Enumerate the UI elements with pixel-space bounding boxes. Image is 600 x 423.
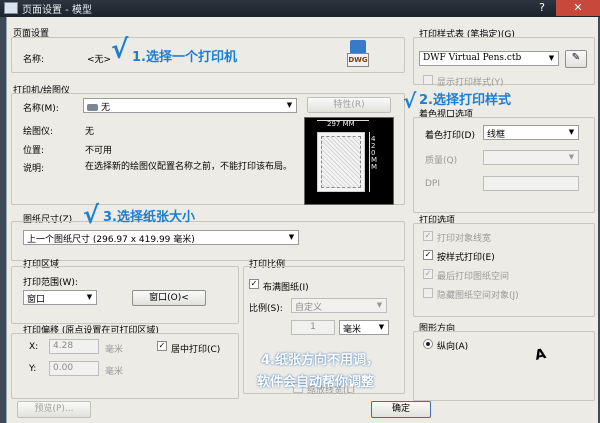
annotation-step-1: 1.选择一个打印机 (132, 50, 237, 65)
plotter-label: 绘图仪: (23, 127, 54, 137)
quality-label: 质量(Q) (425, 156, 458, 166)
preview-width-label: 297 MM (327, 120, 355, 128)
plot-range-select[interactable]: 窗口 ▼ (23, 290, 97, 305)
dialog-body: 页面设置 名称: <无> DWG 打印机/绘图仪 名称(M): 无 ▼ 特性(R… (6, 17, 598, 423)
shade-plot-value: 线框 (487, 130, 506, 140)
printer-name-label: 名称(M): (23, 104, 59, 114)
preview-button[interactable]: 预览(P)... (17, 401, 91, 418)
plot-range-label: 打印范围(W): (23, 278, 78, 288)
portrait-label: 纵向(A) (437, 342, 469, 352)
shade-plot-select[interactable]: 线框 ▼ (483, 125, 579, 140)
page-setup-name-value: <无> (87, 55, 112, 65)
printer-icon (87, 104, 98, 111)
center-plot-label: 居中打印(C) (171, 345, 221, 355)
chevron-down-icon: ▼ (376, 301, 383, 309)
dpi-label: DPI (425, 179, 441, 189)
window-title: 页面设置 - 模型 (22, 5, 92, 16)
hide-paperspace-objects-label: 隐藏图纸空间对象(J) (437, 291, 519, 301)
annotation-step-4-line-1: 4.纸张方向不用调， (261, 353, 379, 368)
chevron-down-icon: ▼ (568, 153, 575, 161)
page-setup-name-label: 名称: (23, 55, 45, 65)
annotation-step-3: 3.选择纸张大小 (103, 210, 195, 225)
scale-select[interactable]: 自定义 ▼ (291, 298, 387, 313)
dpi-input[interactable] (483, 176, 579, 191)
scale-unit-value: 毫米 (343, 325, 362, 335)
annotation-step-4-line-2: 软件会自动帮你调整 (257, 375, 375, 390)
scale-value: 自定义 (295, 303, 323, 313)
hide-paperspace-objects-checkbox[interactable] (423, 288, 433, 298)
annotation-step-2: 2.选择打印样式 (419, 93, 511, 108)
shade-plot-label: 着色打印(D) (425, 131, 475, 141)
window-pick-button[interactable]: 窗口(O)< (132, 290, 206, 306)
annotation-check-mark: √ (403, 89, 417, 113)
description-label: 说明: (23, 164, 45, 174)
properties-button[interactable]: 特性(R) (307, 97, 391, 113)
dwg-icon-label: DWG (347, 53, 369, 67)
portrait-radio[interactable] (423, 339, 433, 349)
offset-y-label: Y: (29, 364, 37, 374)
plot-style-select[interactable]: DWF Virtual Pens.ctb ▼ (419, 51, 559, 66)
fit-to-paper-label: 布满图纸(I) (263, 283, 309, 293)
edit-plot-style-button[interactable]: ✎ (565, 50, 587, 68)
chevron-down-icon: ▼ (86, 293, 93, 301)
plot-with-styles-checkbox[interactable]: ✓ (423, 250, 433, 260)
title-bar: 页面设置 - 模型 ? ✕ (0, 0, 600, 17)
paper-size-value: 上一个图纸尺寸 (296.97 x 419.99 毫米) (27, 235, 195, 245)
paper-preview: 297 MM 420 MM (304, 117, 394, 205)
fit-to-paper-checkbox[interactable]: ✓ (249, 279, 259, 289)
printer-name-select[interactable]: 无 ▼ (83, 98, 297, 113)
plot-with-styles-label: 按样式打印(E) (437, 253, 495, 263)
chevron-down-icon: ▼ (548, 54, 555, 62)
offset-x-input[interactable]: 4.28 (49, 339, 99, 354)
paper-size-select[interactable]: 上一个图纸尺寸 (296.97 x 419.99 毫米) ▼ (23, 230, 299, 245)
scale-unit-select[interactable]: 毫米 ▼ (339, 320, 389, 335)
annotation-check-mark: √ (111, 35, 129, 65)
offset-y-input[interactable]: 0.00 (49, 361, 99, 376)
offset-y-unit: 毫米 (105, 367, 124, 377)
chevron-down-icon: ▼ (378, 323, 385, 331)
printer-name-value: 无 (101, 103, 111, 113)
dwg-file-icon: DWG (347, 40, 369, 70)
display-plot-styles-checkbox[interactable] (423, 75, 433, 85)
app-icon (4, 2, 18, 14)
scale-label: 比例(S): (249, 304, 283, 314)
plot-style-value: DWF Virtual Pens.ctb (423, 53, 522, 63)
description-value: 在选择新的绘图仪配置名称之前，不能打印该布局。 (85, 162, 293, 172)
plot-range-value: 窗口 (27, 295, 46, 305)
chevron-down-icon: ▼ (286, 101, 293, 109)
quality-select[interactable]: ▼ (483, 150, 579, 165)
plot-paperspace-last-checkbox[interactable]: ✓ (423, 269, 433, 279)
preview-sheet (317, 132, 365, 192)
location-value: 不可用 (85, 146, 113, 156)
chevron-down-icon: ▼ (568, 128, 575, 136)
preview-height-label: 420 MM (371, 135, 378, 171)
offset-x-label: X: (29, 342, 39, 352)
plot-object-lineweights-checkbox[interactable]: ✓ (423, 231, 433, 241)
plot-paperspace-last-label: 最后打印图纸空间 (437, 272, 510, 282)
offset-x-unit: 毫米 (105, 345, 124, 355)
annotation-check-mark: √ (83, 201, 100, 229)
close-button[interactable]: ✕ (556, 0, 600, 16)
ok-button[interactable]: 确定 (371, 401, 431, 418)
chevron-down-icon: ▼ (288, 233, 295, 241)
center-plot-checkbox[interactable]: ✓ (157, 341, 167, 351)
plotter-value: 无 (85, 127, 95, 137)
scale-value-input[interactable]: 1 (291, 320, 335, 335)
display-plot-styles-label: 显示打印样式(Y) (437, 78, 504, 88)
help-button[interactable]: ? (530, 0, 554, 16)
plot-object-lineweights-label: 打印对象线宽 (437, 234, 492, 244)
location-label: 位置: (23, 146, 45, 156)
pencil-icon: ✎ (571, 52, 581, 63)
